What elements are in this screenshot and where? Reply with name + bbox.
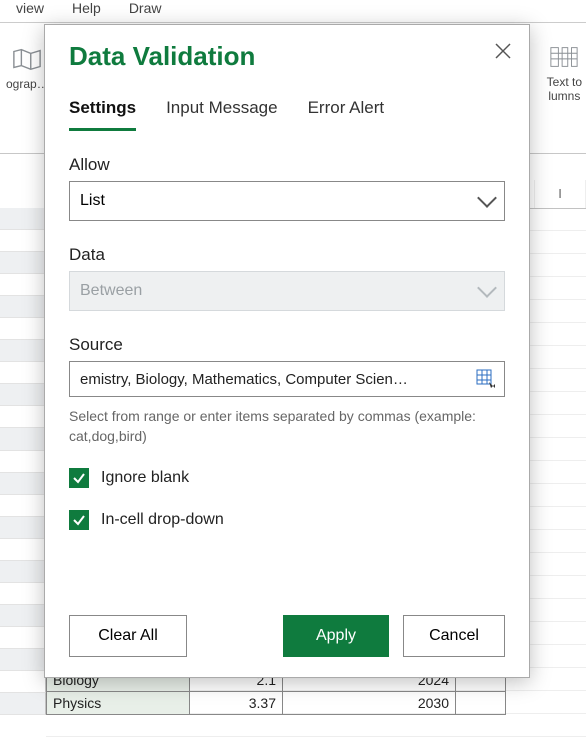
data-select-value: Between xyxy=(80,282,142,300)
ribbon-right-label2: lumns xyxy=(548,89,580,103)
close-button[interactable] xyxy=(495,43,511,64)
menu-bar: view Help Draw xyxy=(0,0,586,23)
cancel-button[interactable]: Cancel xyxy=(403,615,505,657)
close-icon xyxy=(495,43,511,59)
dialog-buttons: Clear All Apply Cancel xyxy=(69,615,505,657)
tab-settings[interactable]: Settings xyxy=(69,94,136,131)
checkbox-checked-icon xyxy=(69,510,89,530)
text-to-columns-icon xyxy=(549,45,579,69)
ignore-blank-label: Ignore blank xyxy=(101,469,189,487)
in-cell-dropdown-label: In-cell drop-down xyxy=(101,511,224,529)
data-label: Data xyxy=(69,245,505,265)
source-label: Source xyxy=(69,335,505,355)
clear-all-button[interactable]: Clear All xyxy=(69,615,187,657)
dialog-title: Data Validation xyxy=(69,41,505,72)
map-icon xyxy=(12,47,42,71)
chevron-down-icon xyxy=(477,278,497,298)
tab-input-message[interactable]: Input Message xyxy=(166,94,278,131)
ignore-blank-checkbox[interactable]: Ignore blank xyxy=(69,468,505,488)
select-all-corner[interactable] xyxy=(0,180,47,208)
chevron-down-icon xyxy=(477,188,497,208)
table-row[interactable]: Physics 3.37 2030 xyxy=(47,692,506,715)
cell-subject[interactable]: Physics xyxy=(47,692,190,715)
cell-value[interactable]: 3.37 xyxy=(190,692,283,715)
cell-empty[interactable] xyxy=(456,692,506,715)
menu-help[interactable]: Help xyxy=(72,0,101,16)
source-input[interactable] xyxy=(78,370,470,389)
apply-button[interactable]: Apply xyxy=(283,615,389,657)
source-input-wrap xyxy=(69,361,505,397)
menu-draw[interactable]: Draw xyxy=(129,0,162,16)
menu-view[interactable]: view xyxy=(16,0,44,16)
data-select: Between xyxy=(69,271,505,311)
ribbon-geography-button[interactable]: ograp… xyxy=(6,47,49,91)
ribbon-text-to-columns-button[interactable]: Text to lumns xyxy=(547,45,582,103)
in-cell-dropdown-checkbox[interactable]: In-cell drop-down xyxy=(69,510,505,530)
tab-error-alert[interactable]: Error Alert xyxy=(308,94,385,131)
checkbox-checked-icon xyxy=(69,468,89,488)
data-validation-dialog: Data Validation Settings Input Message E… xyxy=(44,24,530,678)
allow-select-value: List xyxy=(80,192,105,210)
cell-year[interactable]: 2030 xyxy=(283,692,456,715)
ribbon-left-label: ograp… xyxy=(6,77,49,91)
dialog-tabs: Settings Input Message Error Alert xyxy=(69,94,505,131)
allow-select[interactable]: List xyxy=(69,181,505,221)
allow-label: Allow xyxy=(69,155,505,175)
row-headers xyxy=(0,208,46,715)
column-header-i[interactable]: I xyxy=(535,180,586,208)
source-hint: Select from range or enter items separat… xyxy=(69,407,505,446)
ribbon-right-label1: Text to xyxy=(547,75,582,89)
range-picker-icon[interactable] xyxy=(476,369,496,389)
